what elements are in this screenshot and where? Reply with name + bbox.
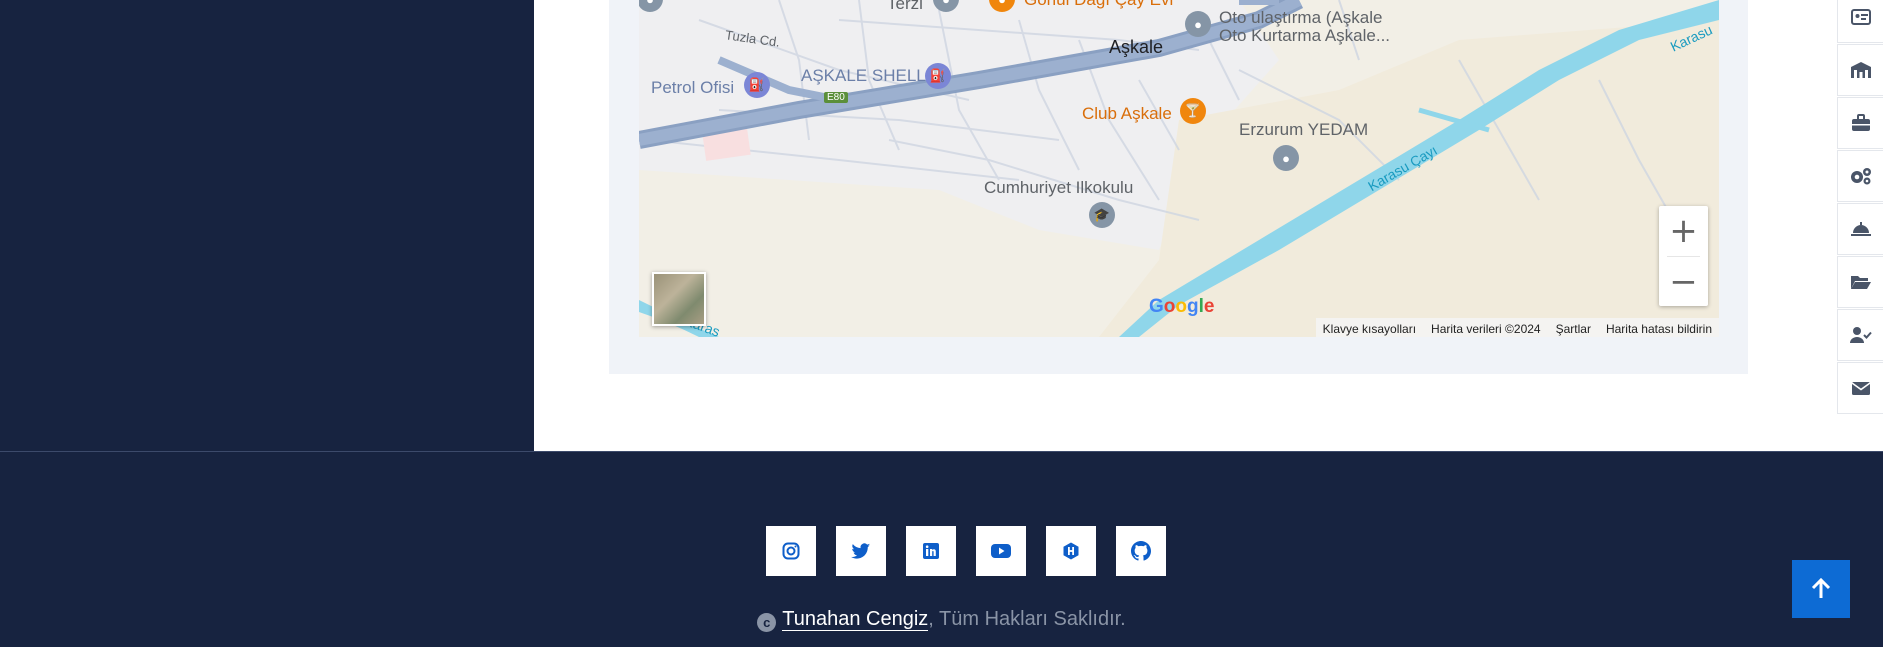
hashnode-link[interactable] [1046,526,1096,576]
map-base [639,0,1719,337]
rail-item-experience[interactable] [1837,97,1883,149]
twitter-icon [851,542,871,559]
id-card-icon [1851,9,1871,25]
google-logo: Google [1149,296,1215,317]
rights-text: , Tüm Hakları Saklıdır. [928,608,1126,630]
google-map[interactable]: ● Terzi ● ● Gönül Dağı Çay Evi ● Oto ula… [639,0,1719,337]
map-label-askale: Aşkale [1109,37,1164,57]
rail-item-portfolio[interactable] [1837,256,1883,308]
github-icon [1131,541,1151,561]
copyright-icon: c [757,613,777,632]
rail-item-education[interactable] [1837,44,1883,96]
linkedin-link[interactable] [906,526,956,576]
hashnode-icon [1063,542,1079,560]
fuel-pin-icon[interactable]: ⛽ [925,63,951,89]
map-label-yedam: Erzurum YEDAM [1239,120,1369,139]
copyright: c Tunahan Cengiz, Tüm Hakları Saklıdır. [0,608,1883,632]
user-check-icon [1850,327,1872,343]
folder-open-icon [1851,276,1871,289]
map-label-school: Cumhuriyet Ilkokulu [984,178,1134,197]
map-label-oto: Oto ulaştırma (Aşkale [1219,8,1383,27]
author-link[interactable]: Tunahan Cengiz [782,608,929,631]
map-label-club: Club Aşkale [1082,104,1172,123]
zoom-out-button[interactable]: − [1659,257,1708,307]
rail-item-services[interactable] [1837,203,1883,255]
rail-item-contact[interactable] [1837,362,1883,414]
satellite-toggle[interactable] [652,272,706,326]
briefcase-icon [1852,114,1870,131]
terms-link[interactable]: Şartlar [1556,322,1591,336]
right-nav-rail [1837,0,1883,418]
map-attribution: Klavye kısayolları Harita verileri ©2024… [1315,318,1719,337]
keyboard-shortcuts-link[interactable]: Klavye kısayolları [1323,322,1416,336]
youtube-link[interactable] [976,526,1026,576]
school-icon [1851,62,1871,78]
instagram-icon [782,542,800,560]
e80-shield: E80 [824,92,848,103]
back-to-top-button[interactable] [1792,560,1850,618]
linkedin-icon [923,543,939,559]
map-label-oto2: Oto Kurtarma Aşkale... [1219,26,1391,45]
map-label-shell: AŞKALE SHELL [801,66,926,85]
map-pin-icon[interactable]: ● [1185,11,1211,37]
fuel-pin-icon[interactable]: ⛽ [744,72,770,98]
rail-item-profile[interactable] [1837,0,1883,43]
rail-item-skills[interactable] [1837,150,1883,202]
instagram-link[interactable] [766,526,816,576]
map-label-petrol: Petrol Ofisi [651,78,735,97]
left-dark-panel [0,0,534,451]
zoom-control: + − [1659,206,1708,306]
rail-item-references[interactable] [1837,309,1883,361]
arrow-up-icon [1811,578,1831,598]
twitter-link[interactable] [836,526,886,576]
map-label-cafe: Gönül Dağı Çay Evi [1024,0,1173,10]
zoom-in-button[interactable]: + [1659,206,1708,256]
github-link[interactable] [1116,526,1166,576]
gears-icon [1851,168,1871,185]
report-error-link[interactable]: Harita hatası bildirin [1606,322,1712,336]
envelope-icon [1851,381,1871,395]
youtube-icon [991,544,1011,558]
school-pin-icon[interactable]: 🎓 [1089,202,1115,228]
map-data-text: Harita verileri ©2024 [1431,321,1541,336]
bar-pin-icon[interactable]: 🍸 [1180,98,1206,124]
bell-concierge-icon [1851,222,1871,236]
map-label-terzi: Terzi [887,0,923,13]
map-pin-icon[interactable]: ● [1273,145,1299,171]
